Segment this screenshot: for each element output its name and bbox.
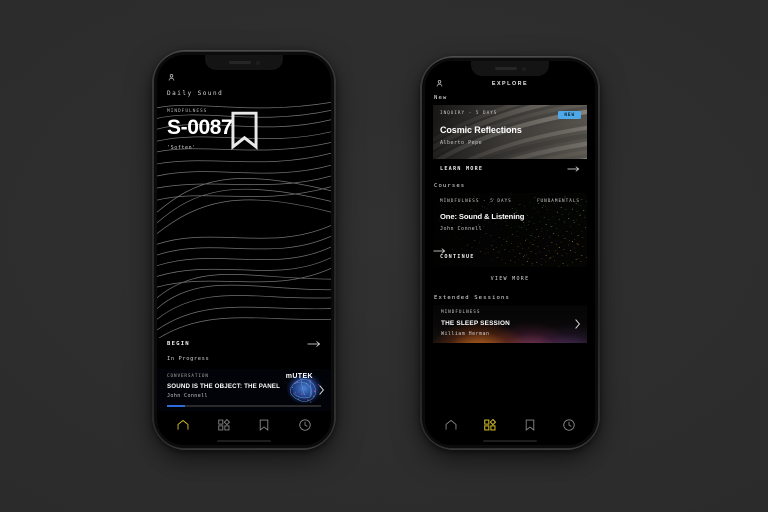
section-header-new: New: [434, 95, 448, 101]
nav-item-explore[interactable]: [213, 417, 235, 433]
section-header-courses: Courses: [434, 183, 466, 189]
sleep-author: William Herman: [441, 331, 490, 337]
daily-sound-label: Daily Sound: [167, 90, 224, 97]
course-card-one-sound-listening[interactable]: MINDFULNESS - 5 DAYS FUNDAMENTALS One: S…: [433, 193, 587, 267]
continue-button[interactable]: CONTINUE: [433, 247, 587, 267]
bookmark-icon[interactable]: [167, 109, 322, 151]
explore-scroll-area[interactable]: New INQUIRY - 5 DAYS Cosmic Reflections …: [425, 91, 595, 411]
bookmark-icon: [260, 419, 269, 431]
arrow-right-icon: [433, 248, 446, 254]
right-bottom-nav: [425, 411, 595, 445]
in-progress-label: In Progress: [167, 356, 210, 362]
nav-item-saved[interactable]: [253, 417, 275, 433]
sleep-title: THE SLEEP SESSION: [441, 320, 510, 327]
sleep-session-card[interactable]: MINDFULNESS THE SLEEP SESSION William He…: [433, 305, 587, 343]
scene: Daily Sound MINDFULNESS S-0087 'Soften' …: [0, 0, 768, 512]
chevron-right-icon[interactable]: [574, 319, 581, 330]
learn-more-label: LEARN MORE: [440, 166, 484, 172]
mutek-brand-logo: mUTEK: [285, 373, 313, 380]
left-bottom-nav: [157, 411, 331, 445]
nav-item-home[interactable]: [172, 417, 194, 433]
featured-card-cosmic-reflections[interactable]: INQUIRY - 5 DAYS Cosmic Reflections Albe…: [433, 105, 587, 179]
view-more-button[interactable]: VIEW MORE: [425, 267, 595, 291]
home-icon: [445, 419, 457, 430]
page-title: EXPLORE: [491, 81, 529, 87]
speaker-grille-icon: [228, 61, 251, 64]
conversation-title: SOUND IS THE OBJECT: THE PANEL: [167, 383, 281, 390]
home-indicator: [217, 439, 271, 442]
course-title: One: Sound & Listening: [440, 212, 525, 221]
featured-title: Cosmic Reflections: [440, 125, 522, 135]
clock-icon: [563, 419, 575, 431]
front-camera-icon: [255, 60, 260, 65]
nav-item-explore[interactable]: [479, 417, 501, 433]
home-icon: [177, 419, 189, 430]
progress-fill: [167, 405, 186, 407]
sleep-eyebrow: MINDFULNESS: [441, 310, 481, 315]
speaker-grille-icon: [494, 67, 517, 70]
bookmark-icon: [525, 419, 534, 431]
progress-track: [167, 405, 321, 407]
phone-screen-left: Daily Sound MINDFULNESS S-0087 'Soften' …: [157, 55, 331, 445]
begin-label: BEGIN: [167, 341, 190, 347]
mutek-conversation-card[interactable]: mUTEK CONVERSATION SOUND IS THE OBJECT: …: [157, 369, 331, 411]
new-badge: NEW: [558, 111, 581, 119]
conversation-author: John Connell: [167, 393, 208, 399]
section-header-extended: Extended Sessions: [434, 295, 510, 301]
phone-device-right: EXPLORE New INQUIRY - 5 DAYS Cosmic Refl…: [420, 56, 600, 450]
wave-hero-artwork[interactable]: MINDFULNESS S-0087 'Soften': [157, 97, 331, 338]
front-camera-icon: [521, 66, 526, 71]
nav-item-recent[interactable]: [294, 417, 316, 433]
featured-card-artwork: INQUIRY - 5 DAYS Cosmic Reflections Albe…: [433, 105, 587, 159]
nav-item-home[interactable]: [440, 417, 462, 433]
arrow-right-icon: [307, 341, 321, 347]
course-author: John Connell: [440, 226, 483, 232]
clock-icon: [299, 419, 311, 431]
person-icon[interactable]: [167, 73, 176, 82]
home-indicator: [483, 439, 537, 442]
notch-right: [471, 61, 549, 76]
notch-left: [205, 55, 283, 70]
learn-more-button[interactable]: LEARN MORE: [433, 159, 587, 179]
nav-item-recent[interactable]: [558, 417, 580, 433]
featured-author: Alberto Pepe: [440, 140, 483, 146]
course-eyebrow-right: FUNDAMENTALS: [536, 199, 580, 204]
grid-icon: [484, 418, 497, 431]
phone-device-left: Daily Sound MINDFULNESS S-0087 'Soften' …: [152, 50, 336, 450]
nav-item-saved[interactable]: [519, 417, 541, 433]
arrow-right-icon: [567, 166, 580, 172]
course-card-artwork: MINDFULNESS - 5 DAYS FUNDAMENTALS One: S…: [433, 193, 587, 267]
phone-screen-right: EXPLORE New INQUIRY - 5 DAYS Cosmic Refl…: [425, 61, 595, 445]
grid-icon: [218, 418, 230, 431]
begin-button[interactable]: BEGIN: [157, 338, 331, 356]
chevron-right-icon[interactable]: [318, 385, 325, 396]
